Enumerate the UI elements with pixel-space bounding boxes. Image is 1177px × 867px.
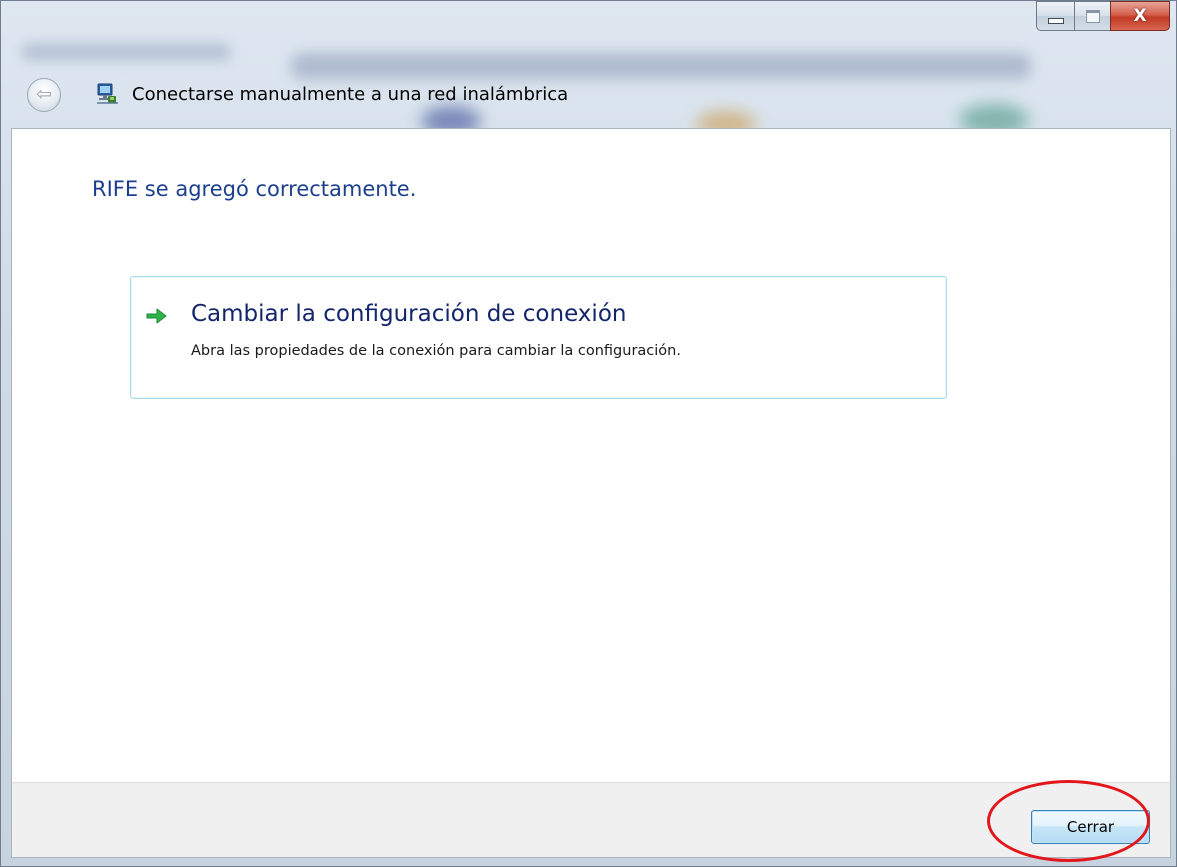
page-heading: RIFE se agregó correctamente. — [92, 177, 417, 201]
dialog-window: X ⇦ Conectarse manualmente a una red ina… — [0, 0, 1177, 867]
back-arrow-icon: ⇦ — [36, 82, 52, 105]
minimize-icon — [1047, 18, 1064, 24]
caption-buttons: X — [1036, 1, 1170, 35]
change-connection-settings-link[interactable]: Cambiar la configuración de conexión Abr… — [130, 276, 947, 399]
window-title: Conectarse manualmente a una red inalámb… — [132, 84, 569, 105]
background-glass — [1, 1, 1176, 131]
green-arrow-icon — [146, 308, 167, 324]
network-connection-icon — [97, 83, 118, 104]
content-area: RIFE se agregó correctamente. Cambiar la… — [11, 128, 1171, 782]
window-close-button[interactable]: X — [1110, 1, 1170, 31]
maximize-button[interactable] — [1074, 1, 1110, 31]
footer-bar: Cerrar — [11, 782, 1171, 858]
close-button[interactable]: Cerrar — [1031, 810, 1150, 844]
maximize-icon — [1085, 9, 1100, 23]
command-link-title: Cambiar la configuración de conexión — [191, 301, 627, 327]
close-icon: X — [1133, 6, 1147, 26]
command-link-description: Abra las propiedades de la conexión para… — [191, 343, 681, 359]
minimize-button[interactable] — [1036, 1, 1074, 31]
back-button[interactable]: ⇦ — [27, 78, 61, 112]
